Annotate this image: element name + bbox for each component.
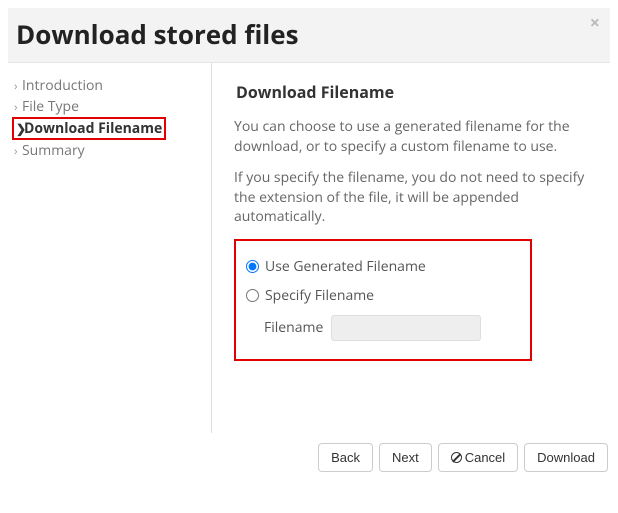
- radio-specify-filename[interactable]: Specify Filename: [246, 286, 516, 305]
- button-label: Back: [331, 450, 360, 465]
- sidebar-item-introduction[interactable]: › Introduction: [12, 75, 203, 96]
- chevron-right-icon: ›: [14, 77, 22, 94]
- radio-label: Specify Filename: [265, 286, 374, 305]
- cancel-button[interactable]: Cancel: [438, 443, 518, 472]
- dialog-body: › Introduction › File Type ❯ Download Fi…: [8, 63, 610, 433]
- wizard-sidebar: › Introduction › File Type ❯ Download Fi…: [8, 63, 212, 433]
- filename-options-box: Use Generated Filename Specify Filename …: [234, 239, 532, 361]
- sidebar-item-file-type[interactable]: › File Type: [12, 96, 203, 117]
- back-button[interactable]: Back: [318, 443, 373, 472]
- button-label: Next: [392, 450, 419, 465]
- sidebar-item-label: Download Filename: [24, 119, 162, 138]
- dialog-header: Download stored files ×: [8, 8, 610, 63]
- dialog-footer: Back Next Cancel Download: [8, 433, 610, 476]
- chevron-right-icon: ›: [14, 98, 22, 115]
- close-icon[interactable]: ×: [590, 14, 600, 32]
- radio-specify-filename-input[interactable]: [246, 289, 259, 302]
- radio-use-generated-input[interactable]: [246, 260, 259, 273]
- filename-label: Filename: [264, 318, 323, 337]
- wizard-content: Download Filename You can choose to use …: [212, 63, 610, 433]
- sidebar-item-download-filename[interactable]: ❯ Download Filename: [12, 117, 166, 140]
- button-label: Cancel: [465, 450, 505, 465]
- content-para-2: If you specify the filename, you do not …: [234, 168, 592, 227]
- filename-input[interactable]: [331, 315, 481, 341]
- content-heading: Download Filename: [236, 81, 592, 103]
- dialog-title: Download stored files: [16, 16, 598, 52]
- sidebar-item-label: Summary: [22, 141, 85, 160]
- chevron-right-icon: ›: [14, 142, 22, 159]
- sidebar-item-summary[interactable]: › Summary: [12, 140, 203, 161]
- sidebar-item-label: Introduction: [22, 76, 103, 95]
- download-button[interactable]: Download: [524, 443, 608, 472]
- content-para-1: You can choose to use a generated filena…: [234, 117, 592, 156]
- cancel-icon: [451, 452, 462, 463]
- sidebar-item-label: File Type: [22, 97, 79, 116]
- radio-label: Use Generated Filename: [265, 257, 426, 276]
- button-label: Download: [537, 450, 595, 465]
- radio-use-generated[interactable]: Use Generated Filename: [246, 257, 516, 276]
- filename-field-row: Filename: [264, 315, 516, 341]
- chevron-right-icon: ❯: [16, 120, 24, 137]
- next-button[interactable]: Next: [379, 443, 432, 472]
- download-stored-files-dialog: Download stored files × › Introduction ›…: [8, 8, 610, 476]
